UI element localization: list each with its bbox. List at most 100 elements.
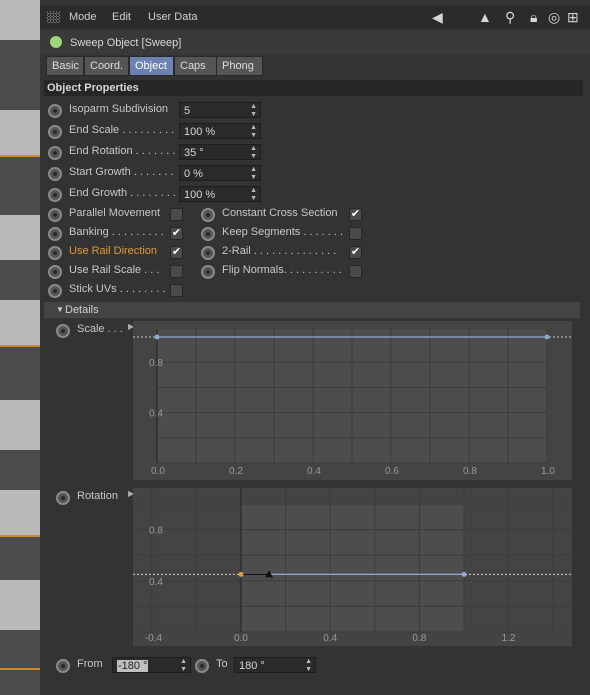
animate-radio[interactable]: [48, 125, 62, 139]
rotation-curve-knot-start[interactable]: [238, 571, 244, 577]
checkbox-label: Banking . . . . . . . . .: [69, 226, 164, 238]
menu-user-data[interactable]: User Data: [148, 11, 198, 23]
keep-segments-checkbox[interactable]: [349, 227, 362, 240]
checkbox-label: Stick UVs . . . . . . . .: [69, 283, 166, 295]
details-group-header[interactable]: ▼ Details: [44, 302, 580, 318]
animate-radio[interactable]: [201, 227, 215, 241]
field-value: 100 %: [184, 126, 216, 138]
scale-spline-graph[interactable]: 0.0 0.2 0.4 0.6 0.8 1.0 0.8 0.4: [133, 321, 572, 480]
flip-normals-checkbox[interactable]: [349, 265, 362, 278]
banking-checkbox[interactable]: ✔: [170, 227, 183, 240]
field-value: 5: [184, 105, 191, 117]
rotation-curve-knot-end[interactable]: [461, 571, 467, 577]
search-icon[interactable]: ⚲: [505, 9, 515, 26]
y-tick-label: 0.8: [149, 526, 163, 537]
rotation-graph-plot-area: [241, 504, 464, 632]
tab-phong[interactable]: Phong: [216, 56, 263, 76]
animate-radio[interactable]: [48, 208, 62, 222]
x-tick-label: 0.4: [307, 466, 321, 477]
animate-radio[interactable]: [201, 246, 215, 260]
animate-radio[interactable]: [201, 208, 215, 222]
tab-coord[interactable]: Coord.: [84, 56, 129, 76]
field-label: Start Growth . . . . . . .: [69, 166, 174, 178]
viewport-edge: [0, 0, 40, 695]
to-label: To: [216, 658, 228, 670]
stepper-icon[interactable]: ▲ ▼: [250, 145, 257, 161]
checkbox-label: Keep Segments . . . . . . .: [222, 226, 344, 238]
tab-object[interactable]: Object: [129, 56, 174, 76]
animate-radio[interactable]: [48, 246, 62, 260]
checkbox-label: Constant Cross Section: [222, 207, 338, 219]
up-arrow-icon[interactable]: ▲: [478, 9, 492, 25]
sweep-object-icon: [47, 33, 65, 51]
animate-radio[interactable]: [48, 146, 62, 160]
from-label: From: [77, 658, 103, 670]
x-tick-label: 0.2: [229, 466, 243, 477]
menu-edit[interactable]: Edit: [112, 11, 131, 23]
x-tick-label: 0.8: [463, 466, 477, 477]
use-rail-direction-checkbox[interactable]: ✔: [170, 246, 183, 259]
checkbox-label: Parallel Movement: [69, 207, 161, 219]
x-tick-label: 0.4: [323, 633, 337, 644]
stepper-icon[interactable]: ▲ ▼: [250, 166, 257, 182]
animate-radio[interactable]: [201, 265, 215, 279]
two-rail-checkbox[interactable]: ✔: [349, 246, 362, 259]
animate-radio[interactable]: [48, 284, 62, 298]
stepper-icon[interactable]: ▲ ▼: [250, 187, 257, 203]
collapse-triangle-icon[interactable]: ▼: [56, 302, 64, 318]
animate-radio[interactable]: [48, 167, 62, 181]
animate-radio[interactable]: [56, 324, 70, 338]
x-tick-label: 0.6: [385, 466, 399, 477]
stepper-icon[interactable]: ▲ ▼: [250, 124, 257, 140]
rotation-spline-graph[interactable]: -0.4 0.0 0.4 0.8 1.2 0.8 0.4: [133, 488, 572, 646]
animate-radio[interactable]: [48, 188, 62, 202]
scale-spline-label: Scale . . .: [77, 323, 123, 335]
x-tick-label: 1.2: [502, 633, 516, 644]
animate-radio[interactable]: [48, 227, 62, 241]
y-tick-label: 0.4: [149, 577, 163, 588]
animate-radio[interactable]: [56, 491, 70, 505]
stick-uvs-checkbox[interactable]: [170, 284, 183, 297]
target-icon[interactable]: ◎: [548, 9, 560, 26]
field-value: 180 °: [239, 660, 265, 672]
scale-curve-knot-start[interactable]: [154, 334, 160, 340]
menu-bar: Mode Edit User Data ◀ ▲ ⚲ 🔒︎ ◎ ⊞: [40, 6, 590, 28]
attribute-manager: Mode Edit User Data ◀ ▲ ⚲ 🔒︎ ◎ ⊞ Sweep O…: [40, 0, 590, 695]
tab-basic[interactable]: Basic: [46, 56, 84, 76]
stepper-icon[interactable]: ▲ ▼: [250, 103, 257, 119]
back-arrow-icon[interactable]: ◀: [432, 9, 443, 26]
to-field[interactable]: 180 ° ▲ ▼: [234, 657, 316, 673]
details-title: Details: [65, 304, 99, 316]
animate-radio[interactable]: [195, 659, 209, 673]
field-label: End Growth . . . . . . . .: [69, 187, 176, 199]
start-growth-field[interactable]: 0 % ▲ ▼: [179, 165, 261, 181]
isoparm-subdivision-field[interactable]: 5 ▲ ▼: [179, 102, 261, 118]
end-rotation-field[interactable]: 35 ° ▲ ▼: [179, 144, 261, 160]
stepper-icon[interactable]: ▲ ▼: [180, 658, 187, 674]
use-rail-scale-checkbox[interactable]: [170, 265, 183, 278]
x-tick-label: 0.0: [234, 633, 248, 644]
parallel-movement-checkbox[interactable]: [170, 208, 183, 221]
from-field[interactable]: -180 ° ▲ ▼: [112, 657, 191, 673]
field-label: End Scale . . . . . . . . .: [69, 124, 175, 136]
stepper-icon[interactable]: ▲ ▼: [305, 658, 312, 674]
lock-icon[interactable]: 🔒︎: [530, 9, 537, 26]
end-scale-field[interactable]: 100 % ▲ ▼: [179, 123, 261, 139]
x-tick-label: 0.8: [412, 633, 426, 644]
object-title: Sweep Object [Sweep]: [70, 37, 182, 49]
constant-cross-section-checkbox[interactable]: ✔: [349, 208, 362, 221]
scale-curve-knot-end[interactable]: [544, 334, 550, 340]
grip-icon[interactable]: [47, 11, 60, 23]
tab-caps[interactable]: Caps: [174, 56, 218, 76]
checkbox-label: Flip Normals. . . . . . . . . .: [222, 264, 342, 276]
field-label: End Rotation . . . . . . .: [69, 145, 176, 157]
field-value: -180 °: [117, 660, 149, 672]
animate-radio[interactable]: [48, 104, 62, 118]
new-panel-icon[interactable]: ⊞: [567, 9, 579, 26]
animate-radio[interactable]: [56, 659, 70, 673]
field-value: 100 %: [184, 189, 216, 201]
menu-mode[interactable]: Mode: [69, 11, 97, 23]
end-growth-field[interactable]: 100 % ▲ ▼: [179, 186, 261, 202]
animate-radio[interactable]: [48, 265, 62, 279]
y-tick-label: 0.8: [149, 358, 163, 369]
